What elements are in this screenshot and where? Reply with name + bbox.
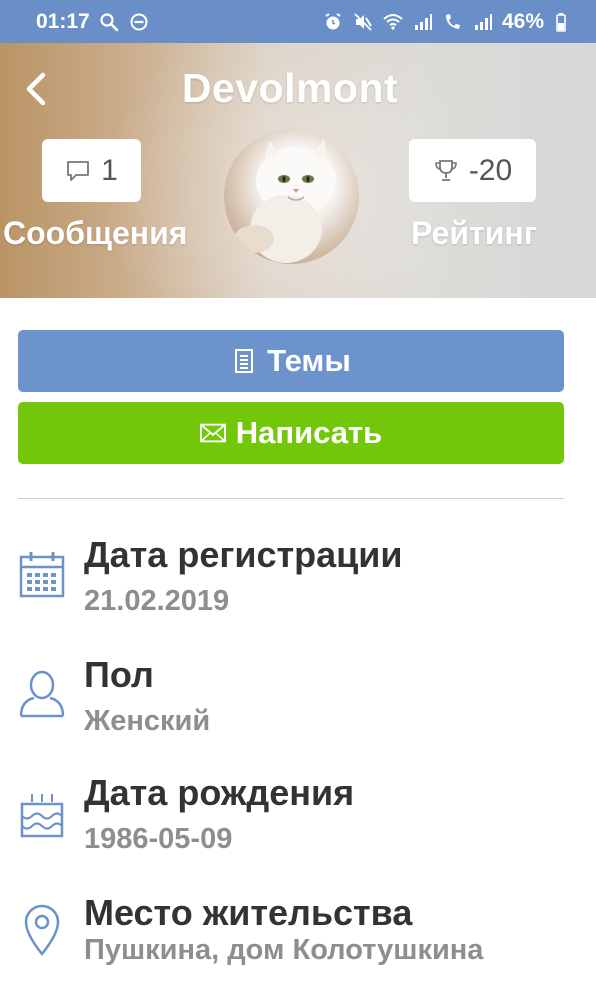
messages-count: 1 (101, 153, 118, 187)
rating-value: -20 (468, 153, 513, 187)
profile-username: Devolmont (181, 65, 399, 111)
info-birth-date: Дата рождения 1986-05-09 (0, 768, 596, 868)
search-icon (98, 11, 120, 33)
info-value: 1986-05-09 (84, 823, 233, 855)
info-label: Место жительства (84, 892, 413, 933)
comment-icon (67, 160, 90, 181)
messages-label: Сообщения (3, 215, 188, 251)
avatar[interactable] (224, 129, 359, 264)
status-time: 01:17 (36, 9, 90, 33)
info-label: Дата регистрации (84, 534, 403, 575)
calendar-icon (18, 550, 66, 600)
status-bar-left: 01:17 (36, 10, 150, 34)
alarm-icon (322, 11, 344, 33)
info-value: 21.02.2019 (84, 585, 230, 617)
battery-icon (552, 11, 574, 33)
divider (18, 498, 564, 499)
info-value: Женский (84, 705, 211, 737)
mute-icon (352, 11, 374, 33)
info-value: Пушкина, дом Колотушкина (84, 934, 484, 966)
wifi-icon (382, 11, 404, 33)
write-message-button[interactable]: Написать (18, 402, 564, 464)
status-bar-right: 46% (322, 10, 574, 34)
write-button-label: Написать (235, 415, 383, 450)
info-residence: Место жительства Пушкина, дом Колотушкин… (0, 890, 596, 990)
info-label: Пол (84, 654, 154, 695)
status-bar: 01:17 46% (0, 0, 596, 43)
do-not-disturb-icon (128, 11, 150, 33)
messages-count-box[interactable]: 1 (42, 139, 141, 202)
info-gender: Пол Женский (0, 650, 596, 750)
battery-percent: 46% (501, 9, 544, 33)
envelope-icon (199, 423, 226, 443)
trophy-icon (435, 159, 457, 181)
topics-button[interactable]: Темы (18, 330, 564, 392)
rating-box[interactable]: -20 (409, 139, 536, 202)
document-icon (235, 349, 254, 373)
back-button[interactable] (14, 67, 58, 111)
signal-icon (412, 11, 434, 33)
topics-button-label: Темы (267, 343, 351, 378)
info-label: Дата рождения (84, 772, 355, 813)
user-icon (18, 670, 66, 720)
info-registration-date: Дата регистрации 21.02.2019 (0, 530, 596, 630)
location-pin-icon (18, 902, 66, 958)
signal-icon-2 (472, 11, 494, 33)
wifi-call-icon (442, 11, 464, 33)
rating-label: Рейтинг (411, 215, 538, 251)
cat-avatar-image (234, 139, 336, 263)
birthday-cake-icon (18, 790, 66, 840)
back-arrow-icon (26, 72, 46, 106)
profile-header: Devolmont 1 Сообщения -20 Рейтинг (0, 43, 596, 298)
